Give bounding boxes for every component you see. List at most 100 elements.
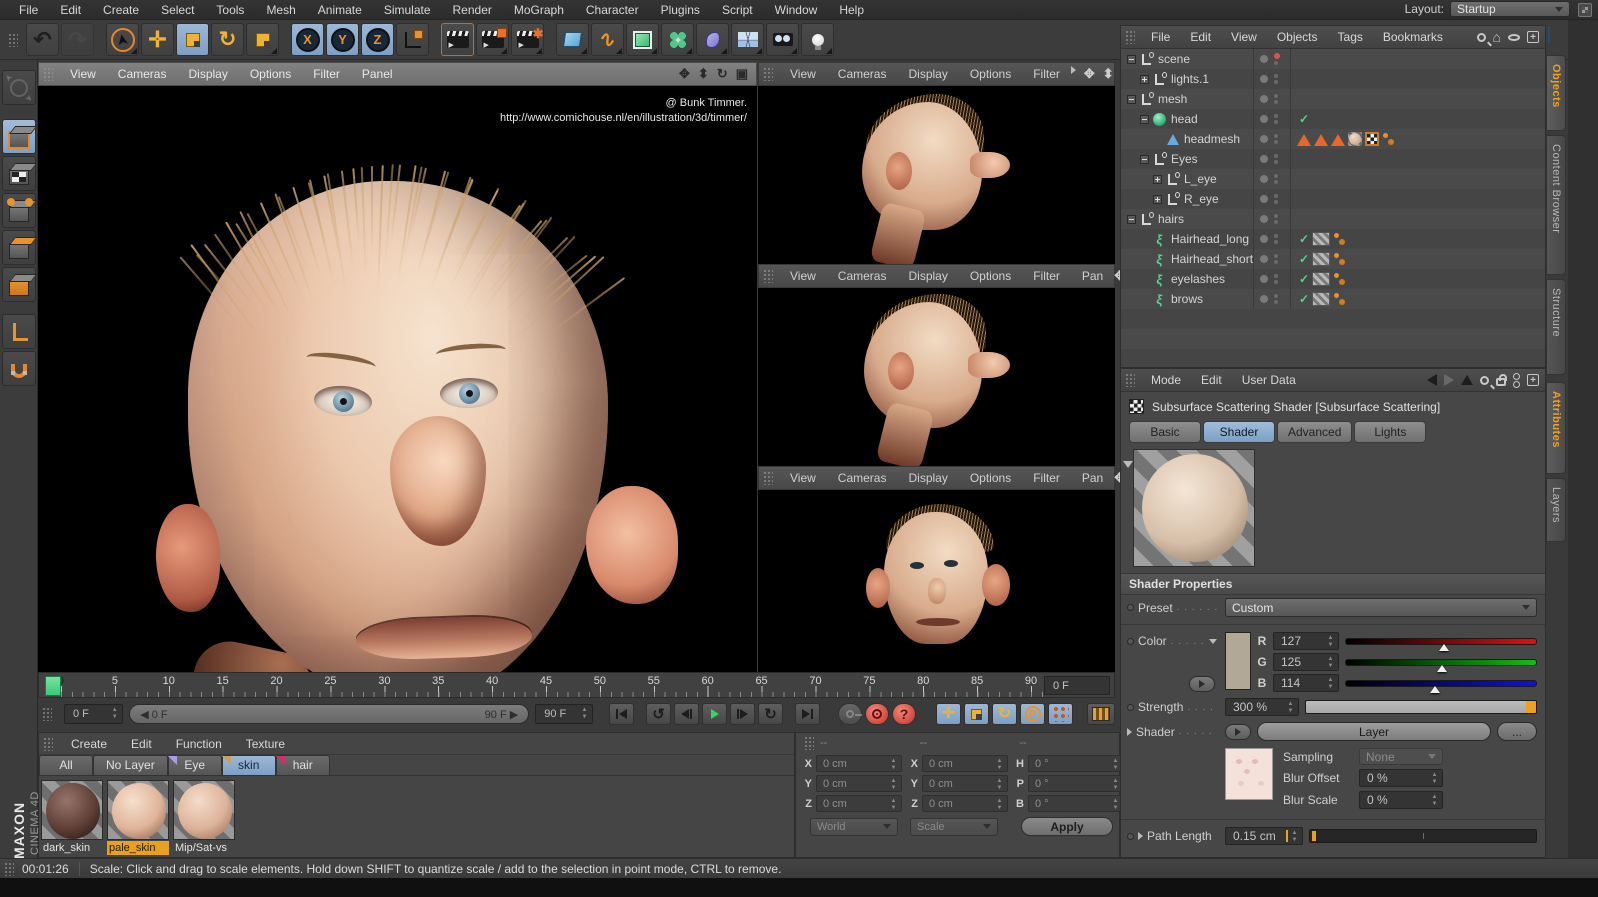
expander-icon[interactable] [1127, 54, 1136, 64]
shader-expand-button[interactable] [1225, 723, 1251, 740]
add-panel-icon[interactable]: + [1527, 31, 1539, 43]
transform-mode-dropdown[interactable]: Scale [910, 817, 998, 836]
strength-field[interactable]: 300 % ▲ ▼ [1225, 698, 1299, 716]
scale-tool-button[interactable] [176, 23, 209, 56]
vp4-menu-pan[interactable]: Pan [1071, 471, 1114, 485]
menu-tools[interactable]: Tools [205, 3, 255, 17]
stripe-tag-icon[interactable] [1312, 232, 1331, 246]
edges-mode-button[interactable] [2, 230, 36, 265]
vp2-menu-view[interactable]: View [779, 67, 827, 81]
sss-ball-tag-icon[interactable] [1348, 132, 1362, 146]
color-swatch[interactable] [1225, 632, 1251, 690]
menu-animate[interactable]: Animate [307, 3, 373, 17]
vp3-menu-options[interactable]: Options [959, 269, 1022, 283]
layout-dropdown[interactable]: Startup [1450, 1, 1570, 17]
layer-dot-icon[interactable] [1260, 55, 1268, 63]
dock-cube-icon[interactable] [1548, 27, 1570, 48]
key-rotation-toggle[interactable]: ↻ [992, 703, 1017, 725]
visibility-dot-icon[interactable] [1274, 234, 1278, 238]
tab-basic[interactable]: Basic [1129, 421, 1201, 443]
viewport-grip[interactable] [763, 269, 773, 283]
parent-icon[interactable] [1461, 375, 1473, 385]
timeline-ruler[interactable]: 0 5 10 15 20 25 30 35 40 45 50 55 60 65 70 75 80 85 90 0 F [38, 672, 1115, 698]
dots-tag-icon[interactable] [1333, 272, 1347, 286]
last-tool-button[interactable] [246, 23, 279, 56]
polygons-mode-button[interactable] [2, 267, 36, 302]
param-circle-icon[interactable] [1127, 604, 1134, 611]
enabled-check-icon[interactable]: ✓ [1299, 272, 1309, 286]
visibility-toggles[interactable] [1253, 109, 1291, 129]
collapse-icon[interactable] [1123, 461, 1133, 468]
tab-advanced[interactable]: Advanced [1277, 421, 1353, 443]
tree-row-lights.1[interactable]: lights.1 [1121, 69, 1545, 89]
expander-icon[interactable] [1153, 194, 1162, 204]
material-mip-sat-vs[interactable]: Mip/Sat-vs [173, 780, 235, 855]
vp-main-menu-cameras[interactable]: Cameras [107, 67, 178, 81]
tree-row-head[interactable]: head ✓ [1121, 109, 1545, 129]
layer-tab-no-layer[interactable]: No Layer [93, 755, 168, 775]
undo-button[interactable]: ↶ [26, 23, 59, 56]
object-manager-grip[interactable] [1125, 30, 1135, 44]
search-icon[interactable] [1476, 32, 1486, 42]
chevron-right-icon[interactable] [1127, 727, 1132, 736]
vp3-menu-view[interactable]: View [779, 269, 827, 283]
visible-red-dot-icon[interactable] [1274, 53, 1280, 59]
layer-dot-icon[interactable] [1260, 155, 1268, 163]
viewport-grip[interactable] [763, 471, 773, 485]
b-slider[interactable] [1345, 679, 1537, 693]
z-axis-lock-button[interactable]: Z [361, 23, 394, 56]
menu-character[interactable]: Character [575, 3, 650, 17]
add-camera-button[interactable] [766, 23, 799, 56]
vp2-menu-filter[interactable]: Filter [1022, 67, 1071, 81]
add-environment-button[interactable] [731, 23, 764, 56]
sampling-dropdown[interactable]: None [1359, 748, 1443, 765]
material-dark-skin[interactable]: dark_skin [41, 780, 103, 855]
size-x-field[interactable]: 0 cm ▲ ▼ [922, 755, 1008, 772]
menu-mesh[interactable]: Mesh [255, 3, 306, 17]
visibility-dot-icon[interactable] [1274, 80, 1278, 84]
menu-simulate[interactable]: Simulate [373, 3, 442, 17]
dots-tag-icon[interactable] [1382, 132, 1396, 146]
menu-plugins[interactable]: Plugins [650, 3, 711, 17]
vp3-menu-filter[interactable]: Filter [1022, 269, 1071, 283]
shader-more-button[interactable]: ... [1497, 722, 1537, 741]
render-settings-button[interactable]: ✱ [511, 23, 544, 56]
enabled-check-icon[interactable]: ✓ [1299, 292, 1309, 306]
layer-dot-icon[interactable] [1260, 275, 1268, 283]
expander-icon[interactable] [1140, 154, 1149, 164]
toolbar-grip[interactable] [8, 32, 18, 47]
tree-row-brows[interactable]: ξ brows ✓ [1121, 289, 1545, 309]
tab-layers[interactable]: Layers [1546, 478, 1566, 542]
zoom-icon[interactable]: ⬍ [1103, 66, 1114, 82]
layer-tab-hair[interactable]: hair [275, 755, 330, 775]
visibility-dot-icon[interactable] [1274, 120, 1278, 124]
render-view-button[interactable] [441, 23, 474, 56]
visibility-dot-icon[interactable] [1274, 280, 1278, 284]
spinner-icon[interactable]: ▲ ▼ [580, 707, 589, 722]
tab-shader[interactable]: Shader [1203, 421, 1275, 443]
tree-row-headmesh[interactable]: headmesh [1121, 129, 1545, 149]
triangle-tag-icon[interactable] [1314, 133, 1328, 146]
layer-dot-icon[interactable] [1260, 135, 1268, 143]
menu-edit[interactable]: Edit [49, 3, 92, 17]
lock-icon[interactable] [1496, 374, 1507, 386]
layer-dot-icon[interactable] [1260, 295, 1268, 303]
window-corner-icon[interactable] [1578, 3, 1592, 17]
mm-menu-edit[interactable]: Edit [119, 737, 164, 751]
menu-render[interactable]: Render [442, 3, 503, 17]
stripe-tag-icon[interactable] [1312, 292, 1331, 306]
om-menu-bookmarks[interactable]: Bookmarks [1373, 30, 1453, 44]
expander-icon[interactable] [1140, 74, 1149, 84]
param-circle-icon[interactable] [1127, 703, 1134, 711]
tree-row-eyelashes[interactable]: ξ eyelashes ✓ [1121, 269, 1545, 289]
visibility-dot-icon[interactable] [1274, 200, 1278, 204]
layer-tab-all[interactable]: All [39, 755, 93, 775]
visibility-toggles[interactable] [1253, 289, 1291, 309]
menu-file[interactable]: File [8, 3, 49, 17]
y-axis-lock-button[interactable]: Y [326, 23, 359, 56]
visibility-toggles[interactable] [1253, 229, 1291, 249]
spinner-icon[interactable]: ▲ ▼ [110, 707, 119, 722]
key-parameter-toggle[interactable]: P [1020, 703, 1045, 725]
vp-main-menu-panel[interactable]: Panel [351, 67, 404, 81]
om-menu-edit[interactable]: Edit [1180, 30, 1221, 44]
